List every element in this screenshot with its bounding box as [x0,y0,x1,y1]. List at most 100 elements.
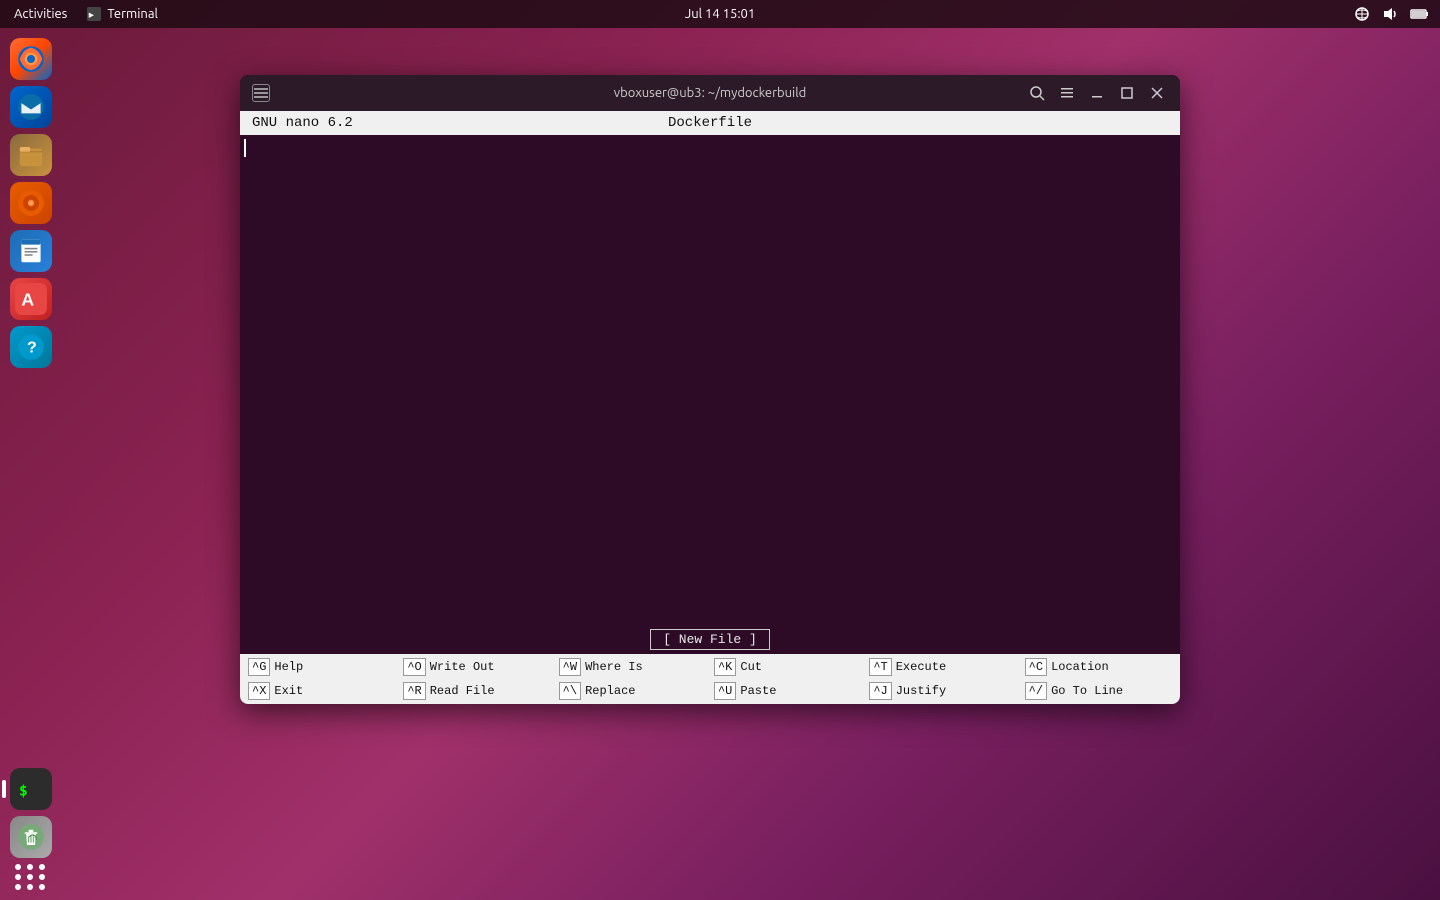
grid-dot [39,884,45,890]
topbar-terminal-label: Terminal [107,7,158,21]
files-icon [15,139,47,171]
sidebar-item-terminal[interactable]: $ [10,768,52,810]
terminal-titlebar: vboxuser@ub3: ~/mydockerbuild [240,75,1180,111]
shortcut-key: ^U [714,682,736,700]
terminal-close-button[interactable] [1146,82,1168,104]
terminal-menu-icon[interactable] [252,84,270,102]
topbar-left: Activities ▶ Terminal [10,7,158,21]
sidebar-item-help[interactable]: ? [10,326,52,368]
terminal-minimize-button[interactable] [1086,82,1108,104]
trash-icon [15,821,47,853]
shortcut-key: ^W [559,658,581,676]
shortcut-key: ^\ [559,682,581,700]
shortcut-pair: ^T Execute [865,656,1020,678]
sidebar-item-files[interactable] [10,134,52,176]
grid-dot [15,864,21,870]
nano-content-area[interactable] [240,135,1180,625]
terminal-menu-button[interactable] [1056,82,1078,104]
battery-icon[interactable] [1410,6,1430,22]
shortcut-key: ^R [403,682,425,700]
terminal-window: vboxuser@ub3: ~/mydockerbuild [240,75,1180,704]
shortcut-pair: ^/ Go To Line [1021,680,1176,702]
grid-dot [39,874,45,880]
shortcut-column: ^O Write Out ^RRead File [399,656,554,702]
shortcut-key: ^/ [1025,682,1047,700]
search-icon [1029,85,1045,101]
shortcut-pair: ^\ Replace [555,680,710,702]
hamburger-icon [254,86,268,100]
shortcut-column: ^G Help ^XExit [244,656,399,702]
svg-text:?: ? [27,340,37,357]
grid-dot [27,864,33,870]
sidebar-item-rhythmbox[interactable] [10,182,52,224]
thunderbird-icon [15,91,47,123]
shortcut-key: ^G [248,658,270,676]
terminal-search-button[interactable] [1026,82,1048,104]
sidebar-item-thunderbird[interactable] [10,86,52,128]
titlebar-left [252,84,270,102]
close-icon [1149,85,1165,101]
maximize-icon [1119,85,1135,101]
shortcut-label: Justify [896,684,946,698]
shortcut-pair: ^G Help [244,656,399,678]
shortcut-label: Go To Line [1051,684,1123,698]
shortcut-column: ^C Location ^/ Go To Line [1021,656,1176,702]
shortcut-label: Replace [585,684,635,698]
sidebar-item-trash[interactable] [10,816,52,858]
shortcut-label: Location [1051,660,1109,674]
terminal-maximize-button[interactable] [1116,82,1138,104]
rhythmbox-icon [15,187,47,219]
grid-dot [15,874,21,880]
activities-button[interactable]: Activities [10,7,71,21]
nano-new-file-text: [ New File ] [650,629,770,650]
shortcut-pair: ^J Justify [865,680,1020,702]
appstore-icon: A [15,283,47,315]
writer-icon [15,235,47,267]
terminal-topbar-icon: ▶ [87,7,101,21]
sidebar-item-firefox[interactable] [10,38,52,80]
shortcut-key: ^J [869,682,891,700]
shortcut-label: Execute [896,660,946,674]
sidebar-dock: A ? $ [0,28,62,900]
shortcut-key: ^O [403,658,425,676]
topbar-terminal-item[interactable]: ▶ Terminal [87,7,158,21]
nano-cursor-line [244,139,1176,157]
shortcut-key: ^C [1025,658,1047,676]
sidebar-item-appstore[interactable]: A [10,278,52,320]
volume-icon[interactable] [1382,6,1398,22]
nano-cursor [244,139,246,157]
shortcut-pair: ^RRead File [399,680,554,702]
shortcut-pair: ^XExit [244,680,399,702]
nano-version: GNU nano 6.2 [252,115,481,131]
shortcut-pair: ^O Write Out [399,656,554,678]
svg-text:$: $ [19,783,28,799]
sidebar-item-writer[interactable] [10,230,52,272]
shortcut-label: Cut [740,660,762,674]
minimize-icon [1089,85,1105,101]
grid-dot [39,864,45,870]
shortcut-label: Paste [740,684,776,698]
help-icon: ? [15,331,47,363]
shortcut-label: Help [274,660,303,674]
shortcut-key: ^X [248,682,270,700]
shortcut-key: ^T [869,658,891,676]
network-icon[interactable] [1354,6,1370,22]
nano-editor[interactable]: GNU nano 6.2 Dockerfile [ New File ] ^G H… [240,111,1180,704]
app-grid-button[interactable] [15,864,47,890]
topbar-clock: Jul 14 15:01 [685,7,755,21]
nano-new-file-banner: [ New File ] [240,625,1180,654]
nano-header: GNU nano 6.2 Dockerfile [240,111,1180,135]
menu-icon [1059,85,1075,101]
shortcut-pair: ^W Where Is [555,656,710,678]
grid-dot [27,874,33,880]
grid-dot [15,884,21,890]
shortcut-label: Write Out [430,660,495,674]
firefox-icon [15,43,47,75]
shortcut-label: Where Is [585,660,643,674]
grid-dot [27,884,33,890]
topbar: Activities ▶ Terminal Jul 14 15:01 [0,0,1440,28]
sidebar-bottom [10,816,52,890]
svg-text:A: A [21,289,34,309]
shortcut-column: ^K Cut ^U Paste [710,656,865,702]
shortcut-key: ^K [714,658,736,676]
